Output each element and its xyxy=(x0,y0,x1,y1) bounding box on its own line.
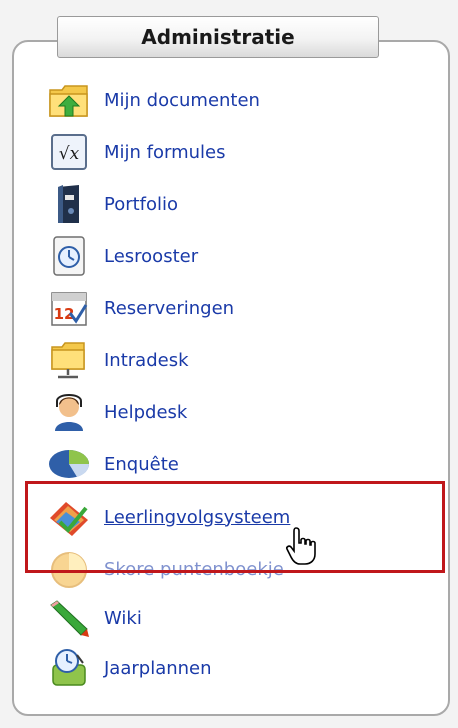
highlight-box xyxy=(25,481,445,573)
formula-icon: √x xyxy=(45,128,93,176)
menu-item-label[interactable]: Mijn documenten xyxy=(104,90,260,111)
menu-item-label[interactable]: Lesrooster xyxy=(104,246,198,267)
menu-item-label[interactable]: Intradesk xyxy=(104,350,189,371)
network-folder-icon xyxy=(45,336,93,384)
menu-item-reserveringen[interactable]: 12 Reserveringen xyxy=(45,284,234,332)
menu-item-portfolio[interactable]: Portfolio xyxy=(45,180,178,228)
menu-item-intradesk[interactable]: Intradesk xyxy=(45,336,189,384)
menu-item-label[interactable]: Mijn formules xyxy=(104,142,226,163)
pencil-icon xyxy=(45,594,93,642)
menu-item-label[interactable]: Portfolio xyxy=(104,194,178,215)
menu-item-label[interactable]: Enquête xyxy=(104,454,179,475)
folder-upload-icon xyxy=(45,76,93,124)
menu-item-mijn-documenten[interactable]: Mijn documenten xyxy=(45,76,260,124)
clock-icon xyxy=(45,232,93,280)
menu-item-wiki[interactable]: Wiki xyxy=(45,594,142,642)
menu-item-label[interactable]: Reserveringen xyxy=(104,298,234,319)
calendar-icon: 12 xyxy=(45,284,93,332)
menu-item-jaarplannen[interactable]: Jaarplannen xyxy=(45,644,212,692)
binder-icon xyxy=(45,180,93,228)
menu-item-label[interactable]: Jaarplannen xyxy=(104,658,212,679)
menu-item-lesrooster[interactable]: Lesrooster xyxy=(45,232,198,280)
menu-item-label[interactable]: Helpdesk xyxy=(104,402,187,423)
hand-cursor-icon xyxy=(284,526,318,566)
menu-item-mijn-formules[interactable]: √x Mijn formules xyxy=(45,128,226,176)
menu-item-label[interactable]: Wiki xyxy=(104,608,142,629)
support-agent-icon xyxy=(45,388,93,436)
menu-item-helpdesk[interactable]: Helpdesk xyxy=(45,388,187,436)
panel-title: Administratie xyxy=(57,16,379,58)
svg-text:√x: √x xyxy=(59,144,80,164)
planner-icon xyxy=(45,644,93,692)
